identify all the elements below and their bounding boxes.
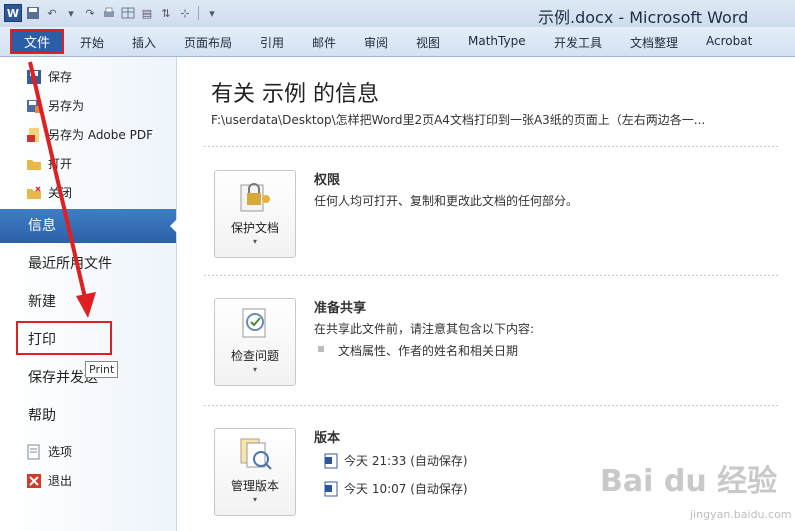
save-icon[interactable] [25, 5, 41, 21]
open-item[interactable]: 打开 [26, 155, 72, 172]
undo-icon[interactable]: ↶ [44, 5, 60, 21]
versions-title: 版本 [314, 431, 341, 446]
divider [204, 146, 779, 147]
tab-mailings[interactable]: 邮件 [312, 34, 336, 51]
open-folder-icon [26, 156, 42, 172]
print-tooltip: Print [85, 361, 119, 378]
table-icon[interactable] [120, 5, 136, 21]
save-as-pdf-label: 另存为 Adobe PDF [48, 128, 153, 142]
tab-home[interactable]: 开始 [80, 34, 104, 51]
exit-icon [26, 473, 42, 489]
permissions-desc: 任何人均可打开、复制和更改此文档的任何部分。 [314, 194, 579, 208]
bullet [318, 346, 324, 352]
document-path: F:\userdata\Desktop\怎样把Word里2页A4文档打印到一张A… [211, 113, 706, 127]
versions-icon [237, 437, 273, 471]
options-label: 选项 [48, 445, 73, 459]
save-as-label: 另存为 [48, 99, 85, 113]
tab-insert[interactable]: 插入 [132, 34, 156, 51]
inspect-document-icon [237, 307, 273, 341]
word-document-icon [324, 481, 338, 497]
manage-versions-label: 管理版本 [230, 479, 279, 493]
close-label: 关闭 [48, 186, 73, 200]
close-item[interactable]: 关闭 [26, 184, 72, 201]
tab-file[interactable]: 文件 [10, 29, 64, 54]
pdf-icon [26, 127, 42, 143]
nav-new[interactable]: 新建 [0, 285, 176, 319]
tab-acrobat[interactable]: Acrobat [706, 34, 752, 48]
save-as-pdf-item[interactable]: 另存为 Adobe PDF [26, 126, 153, 143]
print-highlight-box [16, 321, 112, 355]
watermark-url: jingyan.baidu.com [690, 508, 792, 521]
nav-help[interactable]: 帮助 [0, 399, 176, 433]
save-icon [26, 69, 42, 85]
tab-view[interactable]: 视图 [416, 34, 440, 51]
redo-icon[interactable]: ↷ [82, 5, 98, 21]
save-item[interactable]: 保存 [26, 68, 72, 85]
tab-mathtype[interactable]: MathType [468, 34, 526, 48]
window-title: 示例.docx - Microsoft Word [538, 8, 749, 27]
save-as-icon [26, 98, 42, 114]
qat-separator [198, 6, 199, 20]
protect-document-label: 保护文档 [230, 221, 279, 235]
save-as-item[interactable]: 另存为 [26, 97, 84, 114]
more-icon[interactable]: ▾ [204, 5, 220, 21]
lock-key-icon [237, 179, 273, 213]
options-icon [26, 444, 42, 460]
print-preview-icon[interactable] [101, 5, 117, 21]
info-title: 有关 示例 的信息 [211, 82, 379, 107]
version-item[interactable]: 今天 21:33 (自动保存) [324, 452, 468, 469]
word-document-icon [324, 453, 338, 469]
exit-item[interactable]: 退出 [26, 472, 72, 489]
dropdown-icon[interactable]: ▾ [63, 5, 79, 21]
permissions-title: 权限 [314, 173, 341, 188]
options-item[interactable]: 选项 [26, 443, 72, 460]
tab-review[interactable]: 审阅 [364, 34, 388, 51]
save-label: 保存 [48, 70, 73, 84]
tab-doc-organize[interactable]: 文档整理 [630, 34, 678, 51]
version-label: 今天 10:07 (自动保存) [344, 482, 468, 496]
exit-label: 退出 [48, 474, 73, 488]
protect-document-button[interactable]: 保护文档 ▾ [214, 170, 296, 258]
sort-icon[interactable]: ⇅ [158, 5, 174, 21]
version-label: 今天 21:33 (自动保存) [344, 454, 468, 468]
divider [204, 275, 779, 276]
nav-info[interactable]: 信息 [0, 209, 176, 243]
share-title: 准备共享 [314, 301, 367, 316]
ribbon-tabs: 文件 开始 插入 页面布局 引用 邮件 审阅 视图 MathType 开发工具 … [0, 27, 795, 57]
version-item[interactable]: 今天 10:07 (自动保存) [324, 480, 468, 497]
tab-developer[interactable]: 开发工具 [554, 34, 602, 51]
tab-page-layout[interactable]: 页面布局 [184, 34, 232, 51]
quick-access-toolbar: W ↶ ▾ ↷ ▤ ⇅ ⊹ ▾ [4, 4, 220, 22]
share-bullet-text: 文档属性、作者的姓名和相关日期 [338, 344, 519, 358]
chevron-down-icon: ▾ [252, 495, 257, 504]
close-folder-icon [26, 185, 42, 201]
baidu-watermark: Bai du 经验 [600, 464, 778, 499]
show-marks-icon[interactable]: ▤ [139, 5, 155, 21]
numbering-icon[interactable]: ⊹ [177, 5, 193, 21]
divider [204, 405, 779, 406]
check-issues-button[interactable]: 检查问题 ▾ [214, 298, 296, 386]
chevron-down-icon: ▾ [252, 365, 257, 374]
word-logo-icon[interactable]: W [4, 4, 22, 22]
check-issues-label: 检查问题 [230, 349, 279, 363]
open-label: 打开 [48, 157, 73, 171]
nav-recent[interactable]: 最近所用文件 [0, 247, 176, 281]
title-bar: W ↶ ▾ ↷ ▤ ⇅ ⊹ ▾ 示例.docx - Microsoft Word [0, 0, 795, 27]
share-desc: 在共享此文件前，请注意其包含以下内容: [314, 322, 535, 336]
chevron-down-icon: ▾ [252, 237, 257, 246]
manage-versions-button[interactable]: 管理版本 ▾ [214, 428, 296, 516]
tab-references[interactable]: 引用 [260, 34, 284, 51]
